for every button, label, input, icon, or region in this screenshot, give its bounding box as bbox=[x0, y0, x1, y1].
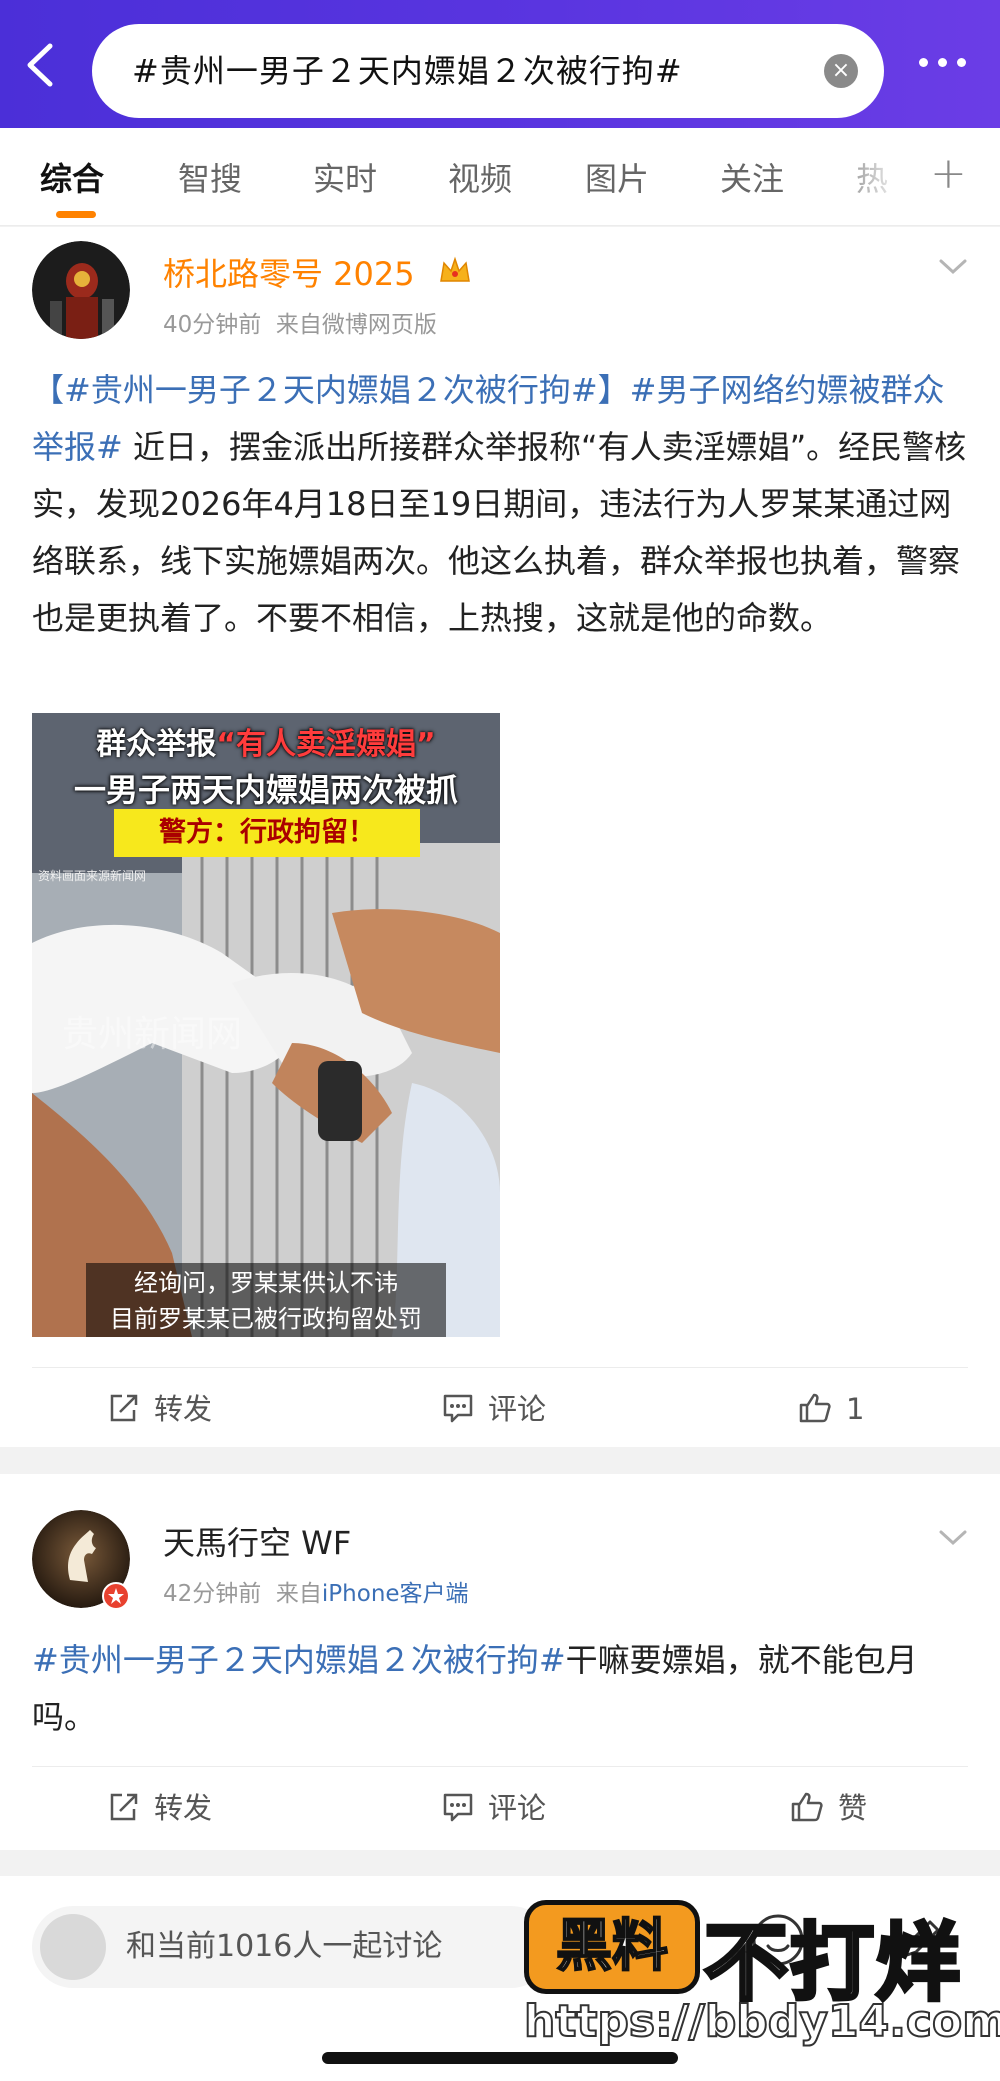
repost-button[interactable]: 转发 bbox=[108, 1369, 212, 1449]
image-caption-3: 警方：行政拘留！ bbox=[114, 809, 420, 857]
post-text: #贵州一男子２天内嫖娼２次被行拘#干嘛要嫖娼，就不能包月吗。 bbox=[32, 1632, 972, 1746]
site-logo-text: 黑料 bbox=[555, 1913, 669, 1980]
comment-button[interactable]: 评论 bbox=[442, 1369, 546, 1449]
more-options-icon[interactable] bbox=[914, 52, 972, 78]
tab-hot[interactable]: 热 bbox=[856, 154, 888, 200]
search-input[interactable]: #贵州一男子２天内嫖娼２次被行拘# × bbox=[92, 24, 884, 118]
site-url: https://bbdy14.com bbox=[523, 1995, 1000, 2048]
post-image[interactable]: 群众举报“有人卖淫嫖娼” 一男子两天内嫖娼两次被抓 警方：行政拘留！ 资料画面来… bbox=[32, 713, 500, 1337]
user-avatar-placeholder bbox=[40, 1914, 106, 1980]
add-tab-icon[interactable]: + bbox=[930, 148, 967, 199]
image-watermark: 贵州新闻网 bbox=[62, 1014, 243, 1055]
post-source-link[interactable]: iPhone客户端 bbox=[322, 1581, 469, 1607]
post-meta: 42分钟前 来自iPhone客户端 bbox=[163, 1574, 469, 1608]
post-source: 来自微博网页版 bbox=[275, 312, 437, 338]
tab-video[interactable]: 视频 bbox=[448, 154, 512, 200]
topic-tag[interactable]: #贵州一男子２天内嫖娼２次被行拘# bbox=[32, 1641, 566, 1679]
repost-button[interactable]: 转发 bbox=[108, 1768, 212, 1848]
post-body: 近日，摆金派出所接群众举报称“有人卖淫嫖娼”。经民警核实，发现2026年4月18… bbox=[32, 428, 967, 637]
topic-tag[interactable]: 【#贵州一男子２天内嫖娼２次被行拘#】 bbox=[32, 371, 630, 409]
tab-bar: 综合 智搜 实时 视频 图片 关注 热 + bbox=[0, 128, 1000, 226]
tab-realtime[interactable]: 实时 bbox=[313, 154, 377, 200]
tab-following[interactable]: 关注 bbox=[720, 154, 784, 200]
like-button[interactable]: 赞 bbox=[790, 1768, 867, 1848]
post-source-prefix: 来自 bbox=[275, 1581, 322, 1607]
repost-icon bbox=[110, 1394, 138, 1422]
image-caption-2: 一男子两天内嫖娼两次被抓 bbox=[73, 771, 458, 809]
post-time: 42分钟前 bbox=[163, 1581, 262, 1607]
post-time: 40分钟前 bbox=[163, 312, 262, 338]
comment-icon bbox=[443, 1793, 473, 1822]
active-tab-indicator bbox=[56, 211, 96, 218]
discussion-input[interactable]: 和当前1016人一起讨论 bbox=[32, 1906, 552, 1988]
top-bar: #贵州一男子２天内嫖娼２次被行拘# × bbox=[0, 0, 1000, 128]
site-logo: 黑料 bbox=[524, 1900, 700, 1994]
post-text: 【#贵州一男子２天内嫖娼２次被行拘#】#男子网络约嫖被群众举报# 近日，摆金派出… bbox=[32, 362, 972, 647]
image-subtitle: 经询问，罗某某供认不讳 目前罗某某已被行政拘留处罚 bbox=[86, 1263, 446, 1337]
clear-search-icon[interactable]: × bbox=[824, 54, 858, 88]
repost-icon bbox=[110, 1793, 138, 1821]
back-arrow-icon[interactable] bbox=[22, 42, 62, 88]
post-actions: 转发 评论 1 bbox=[0, 1369, 1000, 1449]
thumbs-up-icon bbox=[799, 1393, 831, 1423]
chevron-down-icon[interactable] bbox=[938, 257, 968, 277]
author-name[interactable]: 桥北路零号 2025 bbox=[163, 249, 415, 295]
home-indicator bbox=[322, 2052, 678, 2064]
verified-badge-icon bbox=[102, 1582, 130, 1610]
comment-icon bbox=[443, 1394, 473, 1423]
divider bbox=[32, 1367, 968, 1368]
tab-comprehensive[interactable]: 综合 bbox=[40, 154, 104, 200]
image-watermark-small: 资料画面来源新闻网 bbox=[38, 869, 147, 883]
post-meta: 40分钟前 来自微博网页版 bbox=[163, 305, 437, 339]
crown-badge-icon bbox=[440, 256, 470, 282]
divider bbox=[32, 1766, 968, 1767]
post-card: 桥北路零号 2025 40分钟前 来自微博网页版 【#贵州一男子２天内嫖娼２次被… bbox=[0, 227, 1000, 1447]
post-actions: 转发 评论 赞 bbox=[0, 1768, 1000, 1848]
search-query[interactable]: #贵州一男子２天内嫖娼２次被行拘# bbox=[132, 24, 683, 118]
tab-pictures[interactable]: 图片 bbox=[585, 154, 649, 200]
post-card: 天馬行空 WF 42分钟前 来自iPhone客户端 #贵州一男子２天内嫖娼２次被… bbox=[0, 1474, 1000, 1850]
author-name[interactable]: 天馬行空 WF bbox=[163, 1518, 351, 1564]
image-caption-1: 群众举报“有人卖淫嫖娼” bbox=[96, 727, 436, 762]
tab-smart-search[interactable]: 智搜 bbox=[178, 154, 242, 200]
like-button[interactable]: 1 bbox=[798, 1369, 864, 1449]
chevron-down-icon[interactable] bbox=[938, 1528, 968, 1548]
discussion-prompt: 和当前1016人一起讨论 bbox=[126, 1929, 443, 1964]
avatar[interactable] bbox=[32, 241, 130, 339]
thumbs-up-icon bbox=[791, 1792, 823, 1822]
comment-button[interactable]: 评论 bbox=[442, 1768, 546, 1848]
